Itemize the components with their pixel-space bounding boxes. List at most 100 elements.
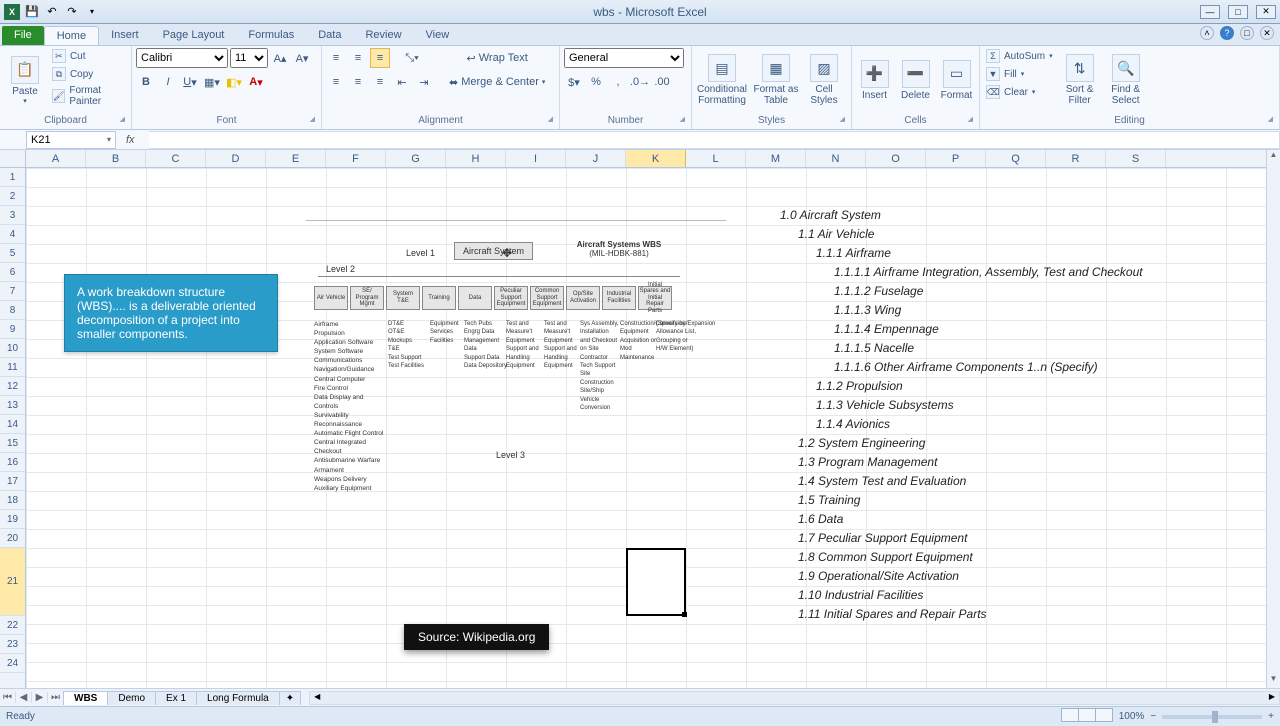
row-header[interactable]: 10 — [0, 339, 25, 358]
row-header[interactable]: 1 — [0, 168, 25, 187]
align-right-icon[interactable]: ≡ — [370, 72, 390, 92]
row-header[interactable]: 13 — [0, 396, 25, 415]
scroll-right-icon[interactable]: ▶ — [1265, 692, 1279, 704]
prev-sheet-icon[interactable]: ◀ — [16, 692, 32, 703]
currency-icon[interactable]: $▾ — [564, 72, 584, 92]
column-headers[interactable]: ABCDEFGHIJKLMNOPQRS — [0, 150, 1266, 168]
row-header[interactable]: 2 — [0, 187, 25, 206]
horizontal-scrollbar[interactable]: ◀ ▶ — [309, 691, 1280, 705]
sheet-nav[interactable]: ⏮ ◀ ▶ ⏭ — [0, 692, 64, 703]
merge-center-button[interactable]: ⬌Merge & Center▾ — [444, 72, 550, 92]
column-header[interactable]: D — [206, 150, 266, 167]
paste-button[interactable]: 📋 Paste ▾ — [4, 48, 46, 112]
column-header[interactable]: N — [806, 150, 866, 167]
column-header[interactable]: F — [326, 150, 386, 167]
increase-font-icon[interactable]: A▴ — [270, 48, 290, 68]
row-header[interactable]: 7 — [0, 282, 25, 301]
conditional-formatting-button[interactable]: ▤Conditional Formatting — [696, 48, 748, 112]
increase-decimal-icon[interactable]: .0→ — [630, 72, 650, 92]
fill-color-button[interactable]: ◧▾ — [224, 72, 244, 92]
minimize-button[interactable]: — — [1200, 5, 1220, 19]
format-cells-button[interactable]: ▭Format — [938, 48, 975, 112]
help-icon[interactable]: ? — [1220, 26, 1234, 40]
save-icon[interactable]: 💾 — [24, 4, 40, 20]
tab-view[interactable]: View — [414, 26, 462, 45]
window-restore-icon[interactable]: □ — [1240, 26, 1254, 40]
orientation-icon[interactable]: ⤡▾ — [402, 48, 422, 68]
row-header[interactable]: 22 — [0, 616, 25, 635]
row-header[interactable]: 3 — [0, 206, 25, 225]
decrease-decimal-icon[interactable]: .00 — [652, 72, 672, 92]
redo-icon[interactable]: ↷ — [64, 4, 80, 20]
percent-icon[interactable]: % — [586, 72, 606, 92]
increase-indent-icon[interactable]: ⇥ — [414, 72, 434, 92]
column-header[interactable]: K — [626, 150, 686, 167]
last-sheet-icon[interactable]: ⏭ — [48, 692, 64, 703]
undo-icon[interactable]: ↶ — [44, 4, 60, 20]
column-header[interactable]: G — [386, 150, 446, 167]
namebox-dropdown-icon[interactable]: ▾ — [107, 135, 111, 144]
column-header[interactable]: J — [566, 150, 626, 167]
wbs-diagram-image[interactable]: Level 1 Aircraft System Aircraft Systems… — [306, 220, 726, 500]
maximize-button[interactable]: □ — [1228, 5, 1248, 19]
row-header[interactable]: 14 — [0, 415, 25, 434]
decrease-indent-icon[interactable]: ⇤ — [392, 72, 412, 92]
clear-button[interactable]: ⌫Clear▾ — [984, 84, 1055, 100]
row-header[interactable]: 16 — [0, 453, 25, 472]
first-sheet-icon[interactable]: ⏮ — [0, 692, 16, 703]
border-button[interactable]: ▦▾ — [202, 72, 222, 92]
find-select-button[interactable]: 🔍Find & Select — [1105, 48, 1147, 112]
insert-cells-button[interactable]: ➕Insert — [856, 48, 893, 112]
column-header[interactable]: C — [146, 150, 206, 167]
active-cell[interactable] — [626, 548, 686, 616]
zoom-level[interactable]: 100% — [1119, 711, 1145, 722]
row-header[interactable]: 9 — [0, 320, 25, 339]
sheet-tab[interactable]: Ex 1 — [155, 691, 197, 705]
tab-review[interactable]: Review — [353, 26, 413, 45]
align-left-icon[interactable]: ≡ — [326, 72, 346, 92]
wrap-text-button[interactable]: ↩Wrap Text — [444, 48, 550, 68]
row-header[interactable]: 5 — [0, 244, 25, 263]
cell-styles-button[interactable]: ▨Cell Styles — [804, 48, 844, 112]
sheet-tab[interactable]: Long Formula — [196, 691, 280, 705]
font-size-select[interactable]: 11 — [230, 48, 268, 68]
format-painter-button[interactable]: 🖌Format Painter — [50, 84, 127, 108]
column-header[interactable]: E — [266, 150, 326, 167]
column-header[interactable]: S — [1106, 150, 1166, 167]
tab-formulas[interactable]: Formulas — [236, 26, 306, 45]
minimize-ribbon-icon[interactable]: ˄ — [1200, 26, 1214, 40]
row-header[interactable]: 18 — [0, 491, 25, 510]
column-header[interactable]: R — [1046, 150, 1106, 167]
row-header[interactable]: 19 — [0, 510, 25, 529]
sort-filter-button[interactable]: ⇅Sort & Filter — [1059, 48, 1101, 112]
decrease-font-icon[interactable]: A▾ — [292, 48, 312, 68]
new-sheet-button[interactable]: ✦ — [279, 691, 301, 705]
row-header[interactable]: 21 — [0, 548, 25, 616]
definition-callout[interactable]: A work breakdown structure (WBS).... is … — [64, 274, 278, 352]
row-header[interactable]: 6 — [0, 263, 25, 282]
view-buttons[interactable] — [1062, 708, 1113, 725]
bold-button[interactable]: B — [136, 72, 156, 92]
align-bottom-icon[interactable]: ≡ — [370, 48, 390, 68]
autosum-button[interactable]: ΣAutoSum▾ — [984, 48, 1055, 64]
row-header[interactable]: 15 — [0, 434, 25, 453]
sheet-tab[interactable]: Demo — [107, 691, 156, 705]
scroll-up-icon[interactable]: ▲ — [1267, 150, 1280, 164]
row-header[interactable]: 23 — [0, 635, 25, 654]
delete-cells-button[interactable]: ➖Delete — [897, 48, 934, 112]
column-header[interactable]: B — [86, 150, 146, 167]
column-header[interactable]: M — [746, 150, 806, 167]
tab-file[interactable]: File — [2, 26, 44, 45]
row-header[interactable]: 12 — [0, 377, 25, 396]
underline-button[interactable]: U▾ — [180, 72, 200, 92]
column-header[interactable]: O — [866, 150, 926, 167]
cells-area[interactable]: A work breakdown structure (WBS).... is … — [26, 168, 1266, 688]
font-color-button[interactable]: A▾ — [246, 72, 266, 92]
row-header[interactable]: 20 — [0, 529, 25, 548]
column-header[interactable]: A — [26, 150, 86, 167]
align-center-icon[interactable]: ≡ — [348, 72, 368, 92]
tab-data[interactable]: Data — [306, 26, 353, 45]
tab-home[interactable]: Home — [44, 26, 99, 45]
align-top-icon[interactable]: ≡ — [326, 48, 346, 68]
row-header[interactable]: 17 — [0, 472, 25, 491]
